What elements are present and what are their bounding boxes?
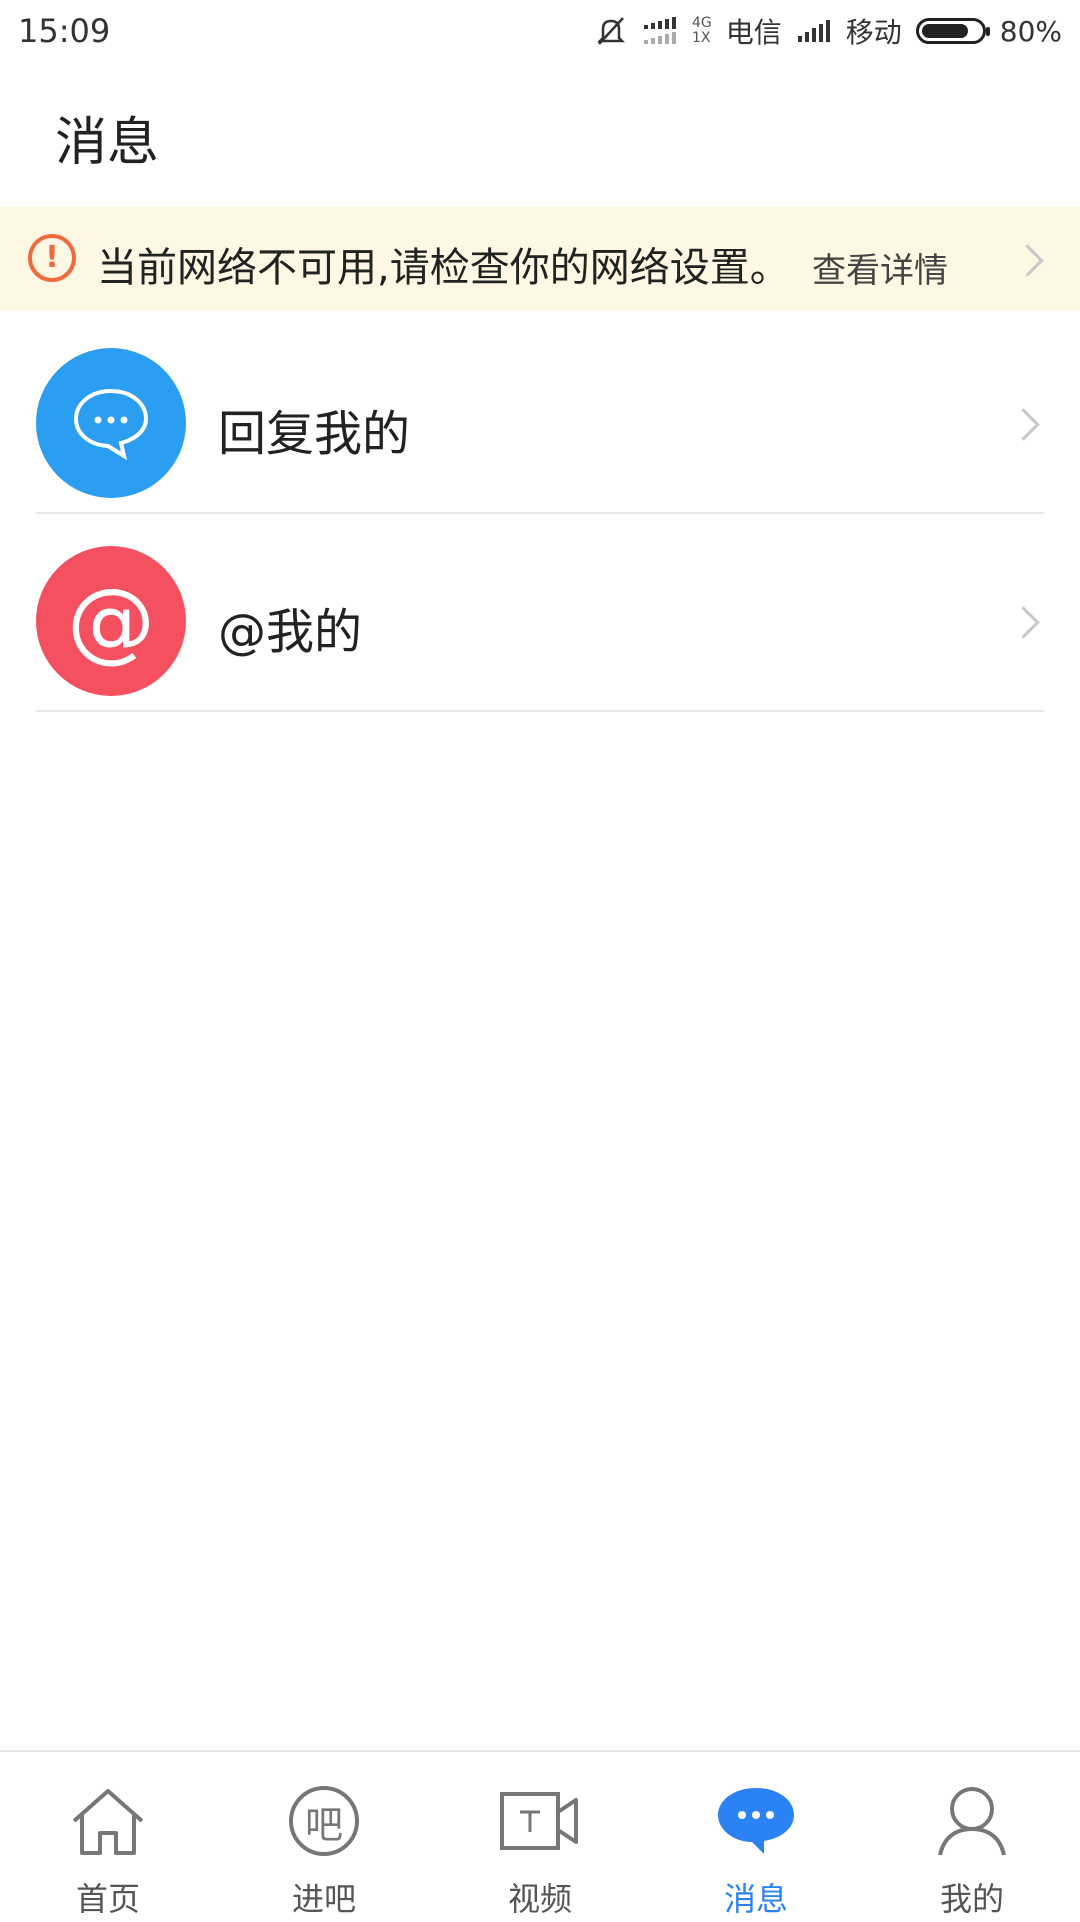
bottom-nav: 首页 吧 进吧 视频 消息 我的 xyxy=(0,1750,1080,1922)
video-icon xyxy=(495,1776,585,1866)
nav-messages-label: 消息 xyxy=(723,1880,788,1918)
reply-to-me-item[interactable]: 回复我的 xyxy=(0,316,1080,514)
nav-ba[interactable]: 吧 进吧 xyxy=(216,1752,432,1922)
at-me-item[interactable]: @ @我的 xyxy=(0,514,1080,712)
chat-bubble-icon xyxy=(36,348,186,498)
home-icon xyxy=(63,1776,153,1866)
carrier-1: 电信 xyxy=(725,16,782,49)
network-type-bottom: 1X xyxy=(691,30,711,46)
message-icon xyxy=(711,1776,801,1866)
at-sign-icon: @ xyxy=(36,546,186,696)
nav-ba-label: 进吧 xyxy=(291,1880,356,1918)
nav-video[interactable]: 视频 xyxy=(432,1752,648,1922)
battery-icon xyxy=(915,18,990,44)
user-icon xyxy=(927,1776,1017,1866)
network-type: 4G 1X xyxy=(692,16,712,46)
network-warning-banner[interactable]: ! 当前网络不可用,请检查你的网络设置。 查看详情 xyxy=(0,207,1080,311)
signal-icon xyxy=(642,16,678,46)
nav-home[interactable]: 首页 xyxy=(0,1752,216,1922)
chevron-right-icon xyxy=(1011,244,1044,277)
nav-messages[interactable]: 消息 xyxy=(648,1752,864,1922)
nav-mine[interactable]: 我的 xyxy=(864,1752,1080,1922)
battery-level xyxy=(921,24,968,38)
signal-icon xyxy=(796,18,832,44)
nav-mine-label: 我的 xyxy=(939,1880,1004,1918)
at-me-label: @我的 xyxy=(218,604,363,660)
view-details-link[interactable]: 查看详情 xyxy=(812,243,948,292)
nav-video-label: 视频 xyxy=(507,1880,572,1918)
status-time: 15:09 xyxy=(18,12,111,50)
ba-icon: 吧 xyxy=(279,1776,369,1866)
network-warning-message: 当前网络不可用,请检查你的网络设置。 xyxy=(97,245,790,291)
page-title: 消息 xyxy=(55,113,160,173)
divider xyxy=(36,710,1044,712)
bell-muted-icon xyxy=(594,14,628,48)
battery-percent: 80% xyxy=(999,14,1062,48)
status-icons: 4G 1X 电信 移动 80% xyxy=(594,11,1062,51)
network-type-top: 4G xyxy=(691,15,712,31)
chevron-right-icon xyxy=(1007,408,1040,441)
nav-home-label: 首页 xyxy=(75,1880,140,1918)
reply-to-me-label: 回复我的 xyxy=(218,406,411,462)
chevron-right-icon xyxy=(1007,606,1040,639)
carrier-2: 移动 xyxy=(845,16,902,49)
warning-icon: ! xyxy=(28,234,76,282)
status-bar: 15:09 4G 1X 电信 移动 80% xyxy=(0,0,1080,62)
ba-icon-glyph: 吧 xyxy=(289,1786,359,1856)
